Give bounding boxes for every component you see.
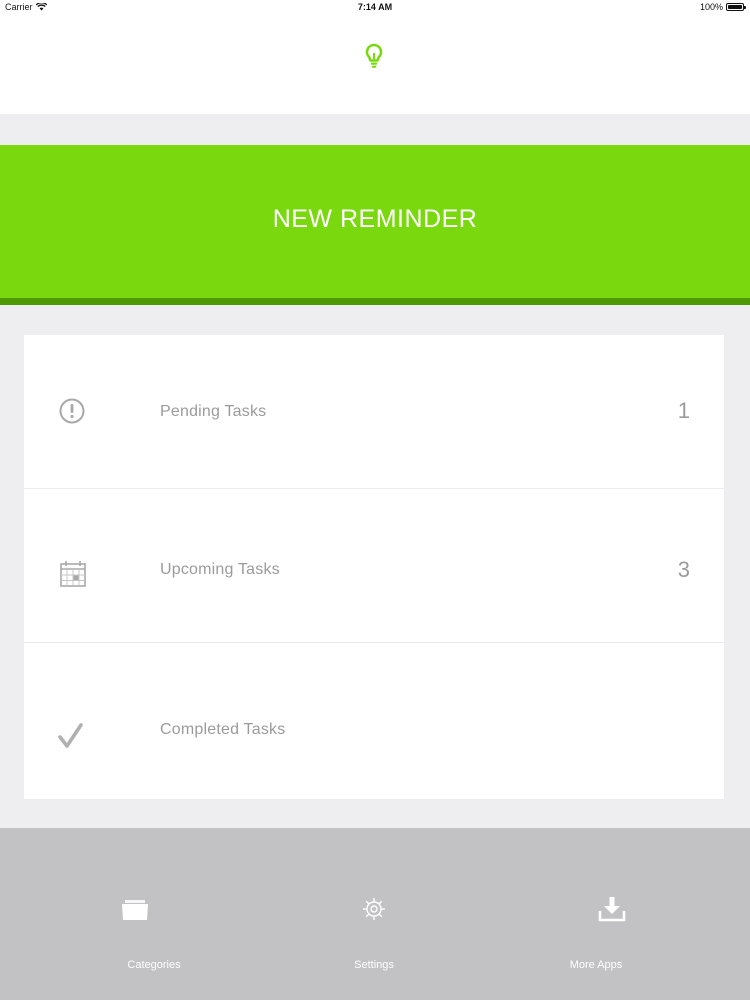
task-label: Pending Tasks xyxy=(160,403,267,420)
lightbulb-icon xyxy=(365,43,383,68)
status-bar: Carrier 7:14 AM 100% xyxy=(0,0,750,16)
tab-bar: Categories Settings More Apps xyxy=(0,828,750,1000)
tab-label: Categories xyxy=(127,959,181,971)
folder-icon xyxy=(122,900,148,920)
new-reminder-button[interactable]: NEW REMINDER xyxy=(0,145,750,305)
battery-percent: 100% xyxy=(699,2,723,12)
battery-icon xyxy=(726,3,746,11)
task-label: Completed Tasks xyxy=(160,721,286,738)
alert-circle-icon xyxy=(59,398,85,424)
checkmark-icon xyxy=(58,723,83,748)
task-row-upcoming[interactable]: Upcoming Tasks 3 xyxy=(24,489,724,643)
download-icon xyxy=(598,897,626,922)
calendar-icon xyxy=(60,561,86,587)
tab-more-apps[interactable]: More Apps xyxy=(520,828,672,1000)
task-label: Upcoming Tasks xyxy=(160,561,280,578)
tab-label: More Apps xyxy=(569,959,623,971)
task-row-pending[interactable]: Pending Tasks 1 xyxy=(24,335,724,489)
task-count: 1 xyxy=(677,398,690,423)
tab-label: Settings xyxy=(354,959,394,971)
tab-categories[interactable]: Categories xyxy=(78,828,230,1000)
status-time: 7:14 AM xyxy=(357,2,393,12)
tab-settings[interactable]: Settings xyxy=(298,828,450,1000)
gear-icon xyxy=(363,898,385,920)
task-list: Pending Tasks 1 Upcoming Tasks 3 Complet… xyxy=(24,335,724,799)
new-reminder-label: NEW REMINDER xyxy=(272,205,478,233)
task-row-completed[interactable]: Completed Tasks xyxy=(24,643,724,799)
battery-status: 100% xyxy=(699,2,746,12)
task-count: 3 xyxy=(677,557,690,582)
app-header xyxy=(0,16,750,114)
